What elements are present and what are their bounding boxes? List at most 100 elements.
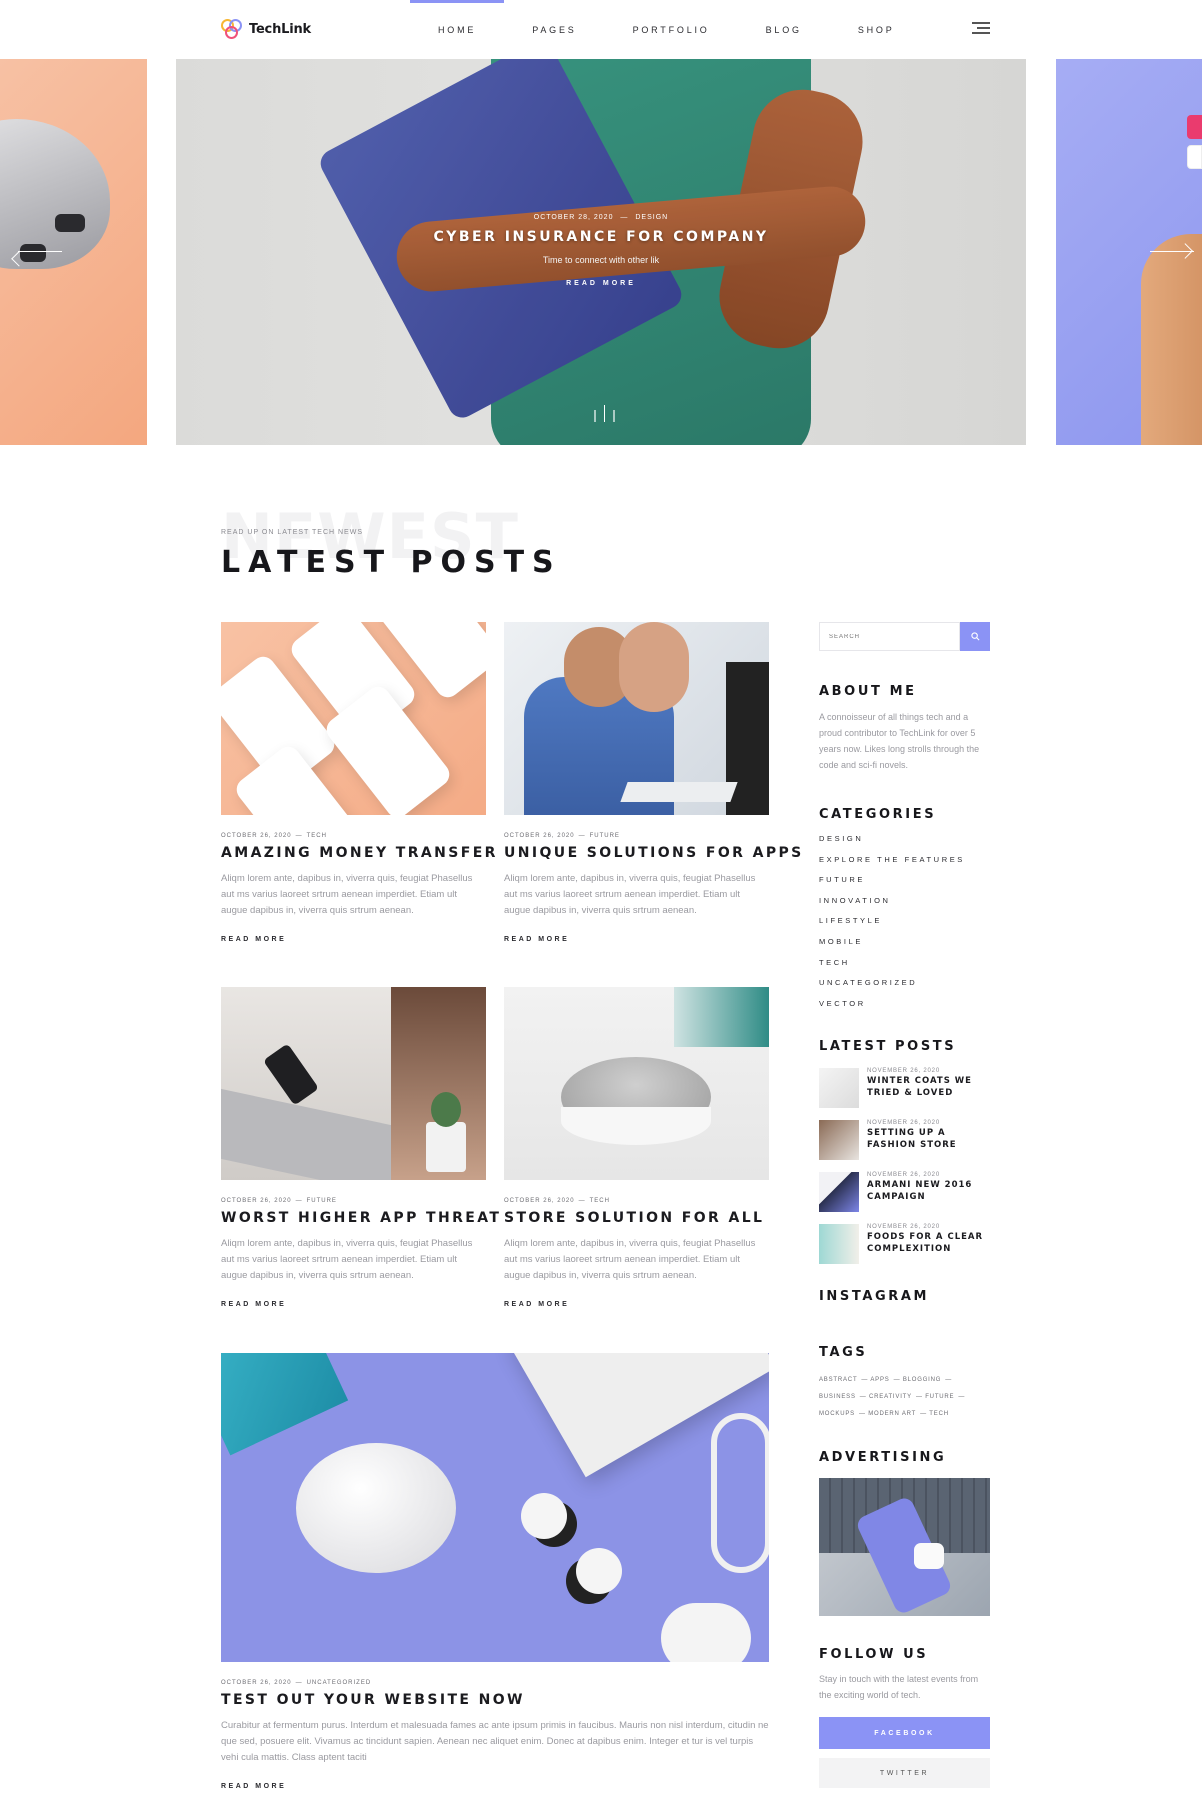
nav-home[interactable]: HOME: [410, 0, 505, 59]
latest-post-item[interactable]: NOVEMBER 26, 2020 ARMANI NEW 2016 CAMPAIG…: [819, 1172, 990, 1224]
search-button[interactable]: [960, 622, 990, 651]
follow-title: FOLLOW US: [819, 1647, 929, 1663]
post-category[interactable]: FUTURE: [307, 1198, 337, 1204]
post-meta: OCTOBER 26, 2020— UNCATEGORIZED: [221, 1680, 372, 1686]
post-card: OCTOBER 26, 2020— TECH STORE SOLUTION FOR…: [504, 987, 769, 1308]
hand-image: [1141, 234, 1202, 445]
tag-link[interactable]: ABSTRACT: [819, 1377, 857, 1383]
post-excerpt: Curabitur at fermentum purus. Interdum e…: [221, 1720, 769, 1763]
read-more-link[interactable]: READ MORE: [221, 936, 486, 943]
section-kicker: READ UP ON LATEST TECH NEWS: [221, 529, 364, 536]
post-card: OCTOBER 26, 2020— FUTURE WORST HIGHER APP…: [221, 987, 499, 1308]
facebook-button[interactable]: FACEBOOK: [819, 1717, 990, 1750]
slider-dot-active[interactable]: [603, 405, 605, 422]
latest-post-thumbnail[interactable]: [819, 1224, 859, 1265]
tag-link[interactable]: MOCKUPS: [819, 1411, 855, 1417]
read-more-link[interactable]: READ MORE: [221, 1783, 769, 1790]
nav-pages[interactable]: PAGES: [504, 0, 604, 59]
post-thumbnail[interactable]: [504, 622, 769, 815]
latest-post-title[interactable]: ARMANI NEW 2016 CAMPAIGN: [867, 1179, 990, 1203]
post-thumbnail[interactable]: [221, 987, 486, 1180]
tag-link[interactable]: MODERN ART: [868, 1411, 916, 1417]
hero-slide[interactable]: OCTOBER 28, 2020 — DESIGN CYBER INSURANC…: [176, 59, 1026, 445]
post-excerpt: Aliqm lorem ante, dapibus in, viverra qu…: [504, 873, 756, 916]
search-input[interactable]: [819, 622, 960, 651]
latest-post-item[interactable]: NOVEMBER 26, 2020 FOODS FOR A CLEAR COMPL…: [819, 1224, 990, 1276]
arrow-left-icon[interactable]: [18, 251, 62, 252]
hero-category[interactable]: DESIGN: [635, 214, 668, 221]
post-card: OCTOBER 26, 2020— TECH AMAZING MONEY TRAN…: [221, 622, 495, 943]
tag-link[interactable]: CREATIVITY: [869, 1394, 912, 1400]
hero-meta: OCTOBER 28, 2020 — DESIGN: [533, 214, 669, 221]
logo-icon: [221, 19, 243, 39]
latest-post-thumbnail[interactable]: [819, 1120, 859, 1161]
about-title: ABOUT ME: [819, 684, 917, 699]
advertising-banner[interactable]: [819, 1478, 990, 1617]
category-link[interactable]: FUTURE: [819, 875, 990, 896]
post-category[interactable]: TECH: [307, 833, 327, 839]
side-cart-icon[interactable]: [1187, 145, 1202, 169]
tags-title: TAGS: [819, 1345, 868, 1361]
latest-post-title[interactable]: FOODS FOR A CLEAR COMPLEXITION: [867, 1231, 990, 1255]
category-link[interactable]: MOBILE: [819, 937, 990, 958]
slider-dot[interactable]: [613, 410, 615, 422]
post-thumbnail[interactable]: [221, 622, 486, 815]
arrow-right-icon[interactable]: [1150, 251, 1194, 252]
category-link[interactable]: INNOVATION: [819, 896, 990, 917]
advertising-title: ADVERTISING: [819, 1450, 947, 1466]
latest-post-item[interactable]: NOVEMBER 26, 2020 SETTING UP A FASHION ST…: [819, 1120, 990, 1172]
tag-link[interactable]: APPS: [870, 1377, 889, 1383]
post-thumbnail[interactable]: [221, 1353, 769, 1662]
post-thumbnail[interactable]: [504, 987, 769, 1180]
category-list: DESIGN EXPLORE THE FEATURES FUTURE INNOV…: [819, 834, 990, 1019]
category-link[interactable]: LIFESTYLE: [819, 916, 990, 937]
post-title[interactable]: TEST OUT YOUR WEBSITE NOW: [221, 1692, 769, 1708]
category-link[interactable]: UNCATEGORIZED: [819, 978, 990, 999]
category-link[interactable]: EXPLORE THE FEATURES: [819, 855, 990, 876]
nav-portfolio[interactable]: PORTFOLIO: [605, 0, 738, 59]
post-title[interactable]: AMAZING MONEY TRANSFER: [221, 845, 495, 861]
post-excerpt: Aliqm lorem ante, dapibus in, viverra qu…: [221, 873, 473, 916]
post-meta: OCTOBER 26, 2020— FUTURE: [221, 1198, 337, 1204]
main-nav: HOME PAGES PORTFOLIO BLOG SHOP: [410, 0, 923, 59]
category-link[interactable]: TECH: [819, 958, 990, 979]
logo[interactable]: TechLink: [221, 19, 311, 39]
post-title[interactable]: STORE SOLUTION FOR ALL: [504, 1210, 769, 1226]
twitter-button[interactable]: TWITTER: [819, 1758, 990, 1789]
slide-previous-preview[interactable]: [0, 59, 147, 445]
tag-link[interactable]: BUSINESS: [819, 1394, 856, 1400]
tag-link[interactable]: FUTURE: [925, 1394, 954, 1400]
latest-post-item[interactable]: NOVEMBER 26, 2020 WINTER COATS WE TRIED &…: [819, 1068, 990, 1120]
side-demo-badge[interactable]: [1187, 115, 1202, 139]
latest-post-thumbnail[interactable]: [819, 1172, 859, 1213]
post-category[interactable]: UNCATEGORIZED: [307, 1680, 372, 1686]
post-excerpt: Aliqm lorem ante, dapibus in, viverra qu…: [221, 1238, 473, 1281]
post-title[interactable]: WORST HIGHER APP THREAT: [221, 1210, 499, 1226]
read-more-link[interactable]: READ MORE: [504, 1301, 769, 1308]
latest-post-thumbnail[interactable]: [819, 1068, 859, 1109]
hamburger-menu-icon[interactable]: [972, 22, 990, 36]
hero-title[interactable]: CYBER INSURANCE FOR COMPANY: [176, 229, 1026, 245]
latest-post-title[interactable]: WINTER COATS WE TRIED & LOVED: [867, 1075, 990, 1099]
nav-blog[interactable]: BLOG: [738, 0, 830, 59]
post-category[interactable]: FUTURE: [590, 833, 620, 839]
search-widget: [819, 622, 990, 651]
nav-shop[interactable]: SHOP: [830, 0, 923, 59]
post-category[interactable]: TECH: [590, 1198, 610, 1204]
sidebar: ABOUT ME A connoisseur of all things tec…: [819, 622, 990, 1789]
category-link[interactable]: VECTOR: [819, 999, 990, 1020]
slider-dot[interactable]: [594, 410, 596, 422]
hero-read-more[interactable]: READ MORE: [176, 280, 1026, 287]
read-more-link[interactable]: READ MORE: [504, 936, 769, 943]
latest-posts-title: LATEST POSTS: [819, 1039, 957, 1055]
post-title[interactable]: UNIQUE SOLUTIONS FOR APPS: [504, 845, 801, 861]
tag-link[interactable]: TECH: [929, 1411, 949, 1417]
read-more-link[interactable]: READ MORE: [221, 1301, 486, 1308]
search-icon: [970, 632, 979, 641]
post-card: OCTOBER 26, 2020— FUTURE UNIQUE SOLUTIONS…: [504, 622, 801, 943]
game-controller-image: [0, 119, 110, 269]
tag-link[interactable]: BLOGGING: [903, 1377, 941, 1383]
hero-subtitle: Time to connect with other lik: [542, 255, 660, 265]
latest-post-title[interactable]: SETTING UP A FASHION STORE: [867, 1127, 990, 1151]
category-link[interactable]: DESIGN: [819, 834, 990, 855]
